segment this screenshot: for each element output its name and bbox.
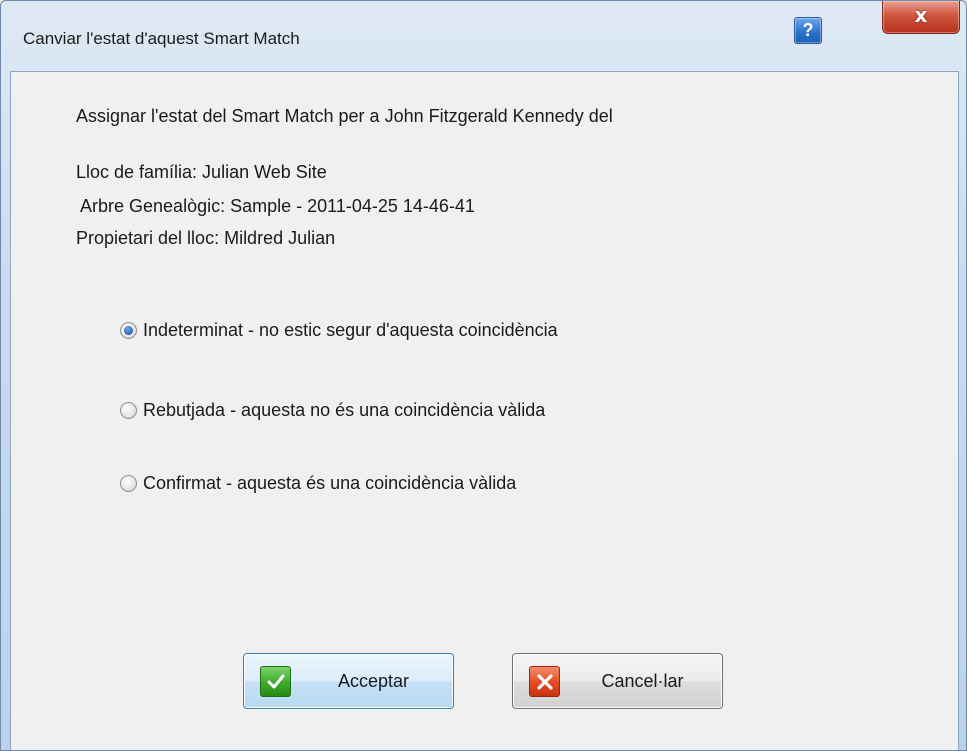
radio-rejected-label[interactable]: Rebutjada - aquesta no és una coincidènc… [143, 400, 545, 421]
window-title: Canviar l'estat d'aquest Smart Match [23, 29, 300, 48]
cancel-button-label: Cancel·lar [601, 670, 684, 691]
radio-option-undetermined[interactable]: Indeterminat - no estic segur d'aquesta … [120, 319, 558, 341]
radio-undetermined-label[interactable]: Indeterminat - no estic segur d'aquesta … [143, 320, 558, 341]
help-icon: ? [802, 20, 814, 40]
accept-button[interactable]: Acceptar [243, 653, 454, 709]
cross-icon [529, 666, 560, 697]
title-bar[interactable]: Canviar l'estat d'aquest Smart Match ? x [1, 1, 966, 71]
help-button[interactable]: ? [794, 17, 822, 44]
radio-option-rejected[interactable]: Rebutjada - aquesta no és una coincidènc… [120, 399, 545, 421]
radio-option-confirmed[interactable]: Confirmat - aquesta és una coincidència … [120, 472, 516, 494]
close-button[interactable]: x [882, 1, 960, 34]
intro-text: Assignar l'estat del Smart Match per a J… [76, 106, 613, 126]
site-owner-text: Propietari del lloc: Mildred Julian [76, 228, 336, 248]
dialog-body: Assignar l'estat del Smart Match per a J… [10, 71, 959, 750]
close-icon: x [914, 3, 928, 27]
checkmark-icon [260, 666, 291, 697]
radio-confirmed-label[interactable]: Confirmat - aquesta és una coincidència … [143, 473, 516, 494]
family-tree-text: Arbre Genealògic: Sample - 2011-04-25 14… [76, 196, 475, 216]
dialog-window: Canviar l'estat d'aquest Smart Match ? x… [0, 0, 967, 751]
radio-undetermined[interactable] [120, 321, 137, 339]
radio-rejected[interactable] [120, 401, 137, 419]
cancel-button[interactable]: Cancel·lar [512, 653, 723, 709]
accept-button-label: Acceptar [337, 670, 410, 691]
radio-confirmed[interactable] [120, 474, 137, 492]
family-site-text: Lloc de família: Julian Web Site [76, 162, 327, 182]
